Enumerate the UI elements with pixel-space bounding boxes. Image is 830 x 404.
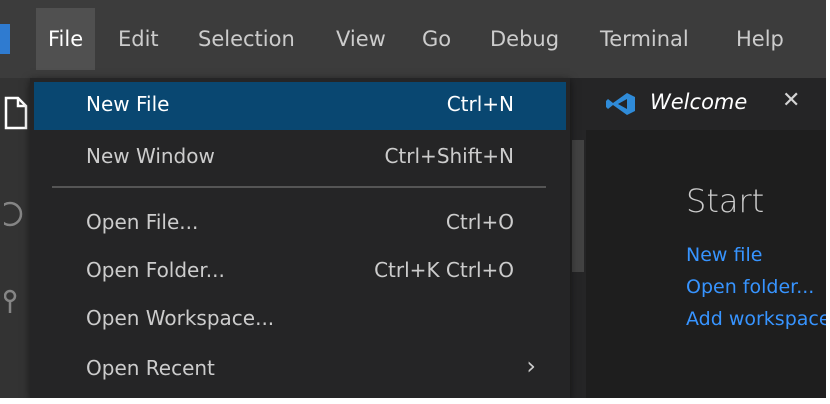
menu-help[interactable]: Help bbox=[736, 8, 784, 70]
menu-item-new-window[interactable]: New Window Ctrl+Shift+N bbox=[34, 134, 566, 182]
menu-item-open-folder[interactable]: Open Folder... Ctrl+K Ctrl+O bbox=[34, 248, 566, 296]
menu-item-shortcut: Ctrl+Shift+N bbox=[384, 144, 514, 168]
menu-terminal[interactable]: Terminal bbox=[600, 8, 689, 70]
menu-file[interactable]: File bbox=[36, 8, 96, 70]
explorer-icon[interactable] bbox=[4, 92, 30, 132]
menu-item-label: Open Folder... bbox=[86, 258, 225, 282]
menu-item-label: New Window bbox=[86, 144, 215, 168]
menu-item-shortcut: Ctrl+O bbox=[445, 210, 514, 234]
menu-item-label: Open Workspace... bbox=[86, 306, 275, 330]
scrollbar-thumb[interactable] bbox=[572, 140, 584, 272]
menu-item-shortcut: Ctrl+N bbox=[446, 92, 514, 116]
menu-edit[interactable]: Edit bbox=[118, 8, 159, 70]
link-new-file[interactable]: New file bbox=[686, 244, 762, 266]
menu-selection[interactable]: Selection bbox=[198, 8, 295, 70]
vscode-logo-icon bbox=[606, 93, 635, 115]
menu-view[interactable]: View bbox=[336, 8, 386, 70]
source-control-icon[interactable] bbox=[4, 282, 30, 322]
link-open-folder[interactable]: Open folder... bbox=[686, 276, 814, 298]
tab-title: Welcome bbox=[650, 90, 748, 114]
menu-go[interactable]: Go bbox=[422, 8, 451, 70]
app-logo-icon bbox=[0, 24, 10, 54]
menu-item-new-file[interactable]: New File Ctrl+N bbox=[34, 82, 566, 130]
search-icon[interactable] bbox=[4, 196, 30, 236]
menu-item-shortcut: Ctrl+K Ctrl+O bbox=[374, 258, 514, 282]
menu-item-label: New File bbox=[86, 92, 170, 116]
editor-area: Welcome ✕ Start New file Open folder... … bbox=[586, 78, 826, 398]
menu-bar: File Edit Selection View Go Debug Termin… bbox=[0, 0, 826, 78]
close-icon[interactable]: ✕ bbox=[782, 88, 800, 113]
menu-item-open-workspace[interactable]: Open Workspace... bbox=[34, 296, 566, 344]
menu-item-label: Open Recent bbox=[86, 356, 215, 380]
vscode-window: File Edit Selection View Go Debug Termin… bbox=[0, 0, 826, 398]
menu-separator bbox=[52, 186, 546, 188]
start-heading: Start bbox=[686, 182, 765, 220]
menu-debug[interactable]: Debug bbox=[490, 8, 559, 70]
link-add-workspace[interactable]: Add workspace folder... bbox=[686, 308, 826, 330]
menu-item-open-file[interactable]: Open File... Ctrl+O bbox=[34, 200, 566, 248]
tab-welcome[interactable]: Welcome ✕ bbox=[586, 78, 826, 130]
chevron-right-icon: › bbox=[526, 352, 536, 380]
activity-bar bbox=[0, 78, 30, 398]
menu-item-label: Open File... bbox=[86, 210, 199, 234]
menu-item-open-recent[interactable]: Open Recent › bbox=[34, 346, 566, 394]
